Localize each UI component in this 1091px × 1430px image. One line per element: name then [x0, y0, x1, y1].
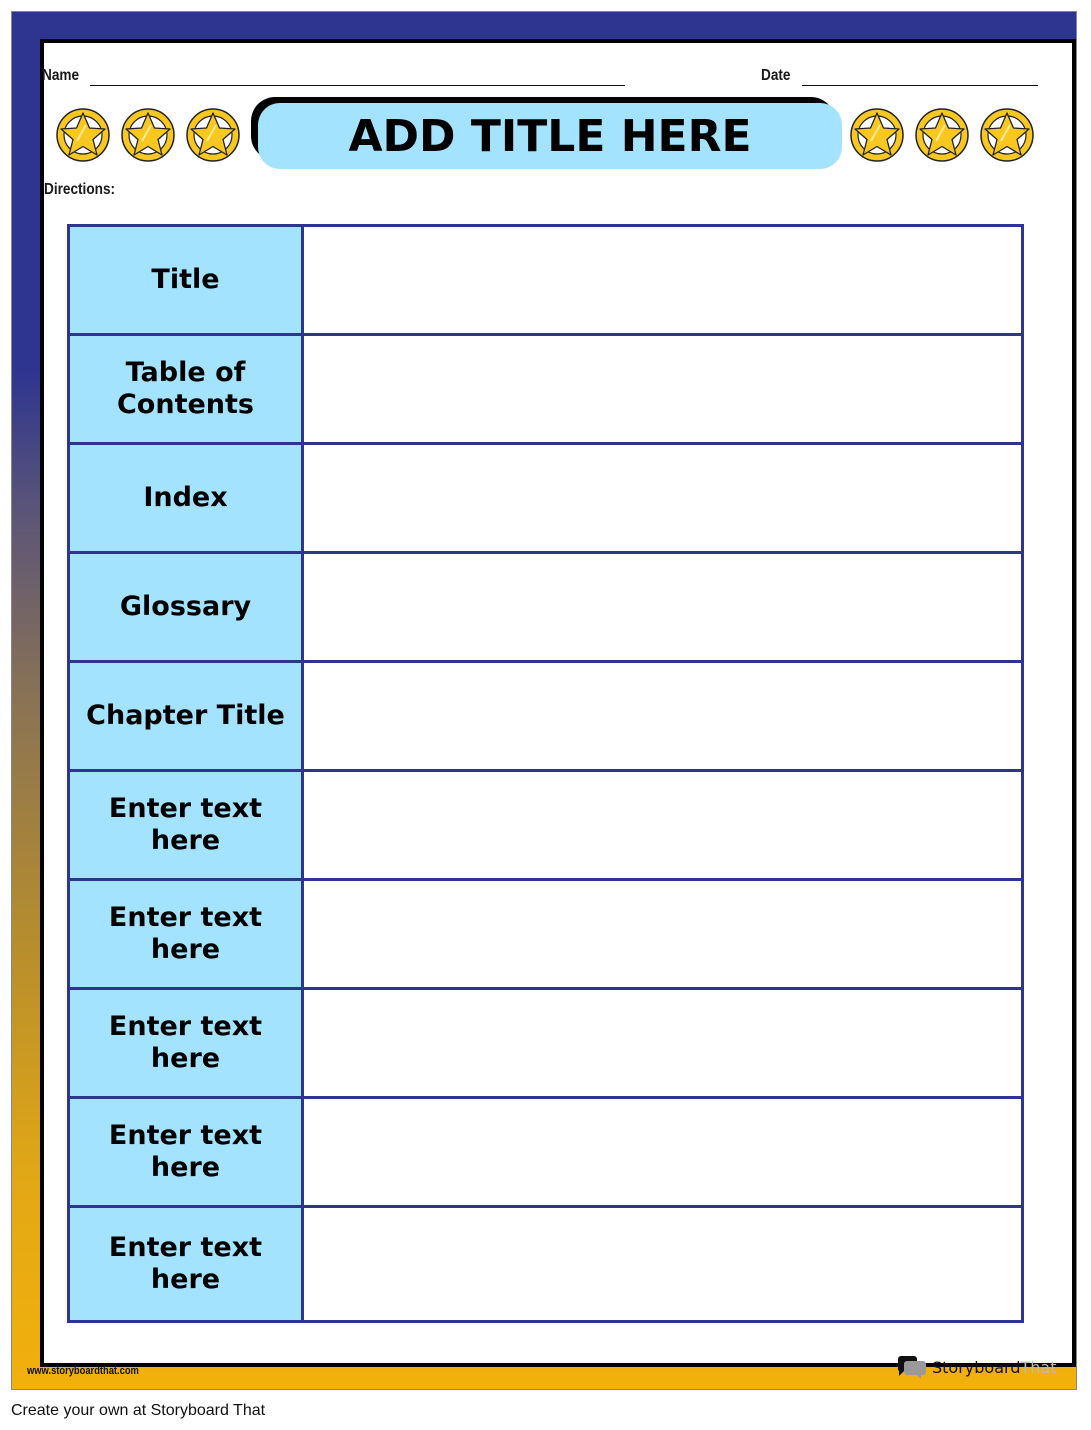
row-answer-field[interactable]	[304, 990, 1021, 1096]
table-row: Table of Contents	[70, 336, 1021, 445]
row-label[interactable]: Chapter Title	[70, 663, 304, 769]
name-label: Name	[42, 67, 80, 84]
date-label: Date	[761, 67, 791, 84]
brand-accent: That	[1020, 1357, 1057, 1377]
row-label[interactable]: Enter text here	[70, 1208, 304, 1320]
name-input-line[interactable]	[90, 85, 625, 86]
table-row: Enter text here	[70, 990, 1021, 1099]
star-badge-icon	[55, 107, 111, 163]
storyboardthat-logo: StoryboardThat	[896, 1354, 1056, 1380]
row-label[interactable]: Enter text here	[70, 1099, 304, 1205]
speech-bubbles-icon	[897, 1356, 926, 1379]
row-label[interactable]: Table of Contents	[70, 336, 304, 442]
star-badge-icon	[914, 107, 970, 163]
row-label[interactable]: Index	[70, 445, 304, 551]
table-row: Glossary	[70, 554, 1021, 663]
create-caption[interactable]: Create your own at Storyboard That	[11, 1402, 265, 1420]
directions-label: Directions:	[44, 181, 116, 198]
row-answer-field[interactable]	[304, 881, 1021, 987]
brand-main: Storyboard	[932, 1357, 1021, 1377]
brand-text: StoryboardThat	[932, 1358, 1056, 1377]
row-label[interactable]: Enter text here	[70, 772, 304, 878]
row-answer-field[interactable]	[304, 554, 1021, 660]
star-badge-icon	[849, 107, 905, 163]
star-badge-icon	[120, 107, 176, 163]
star-badge-icon	[979, 107, 1035, 163]
star-badge-icon	[185, 107, 241, 163]
row-answer-field[interactable]	[304, 227, 1021, 333]
table-row: Chapter Title	[70, 663, 1021, 772]
table-row: Title	[70, 227, 1021, 336]
table-row: Enter text here	[70, 881, 1021, 990]
row-answer-field[interactable]	[304, 663, 1021, 769]
row-answer-field[interactable]	[304, 772, 1021, 878]
worksheet-table: Title Table of Contents Index Glossary Chapt…	[67, 224, 1024, 1323]
row-label[interactable]: Enter text here	[70, 990, 304, 1096]
row-label[interactable]: Enter text here	[70, 881, 304, 987]
row-answer-field[interactable]	[304, 336, 1021, 442]
row-label[interactable]: Glossary	[70, 554, 304, 660]
row-answer-field[interactable]	[304, 1099, 1021, 1205]
row-answer-field[interactable]	[304, 1208, 1021, 1320]
footer-url[interactable]: www.storyboardthat.com	[27, 1365, 139, 1377]
date-input-line[interactable]	[802, 85, 1038, 86]
worksheet-title[interactable]: ADD TITLE HERE	[258, 103, 842, 169]
row-label[interactable]: Title	[70, 227, 304, 333]
table-row: Enter text here	[70, 772, 1021, 881]
table-row: Enter text here	[70, 1099, 1021, 1208]
table-row: Enter text here	[70, 1208, 1021, 1320]
row-answer-field[interactable]	[304, 445, 1021, 551]
table-row: Index	[70, 445, 1021, 554]
